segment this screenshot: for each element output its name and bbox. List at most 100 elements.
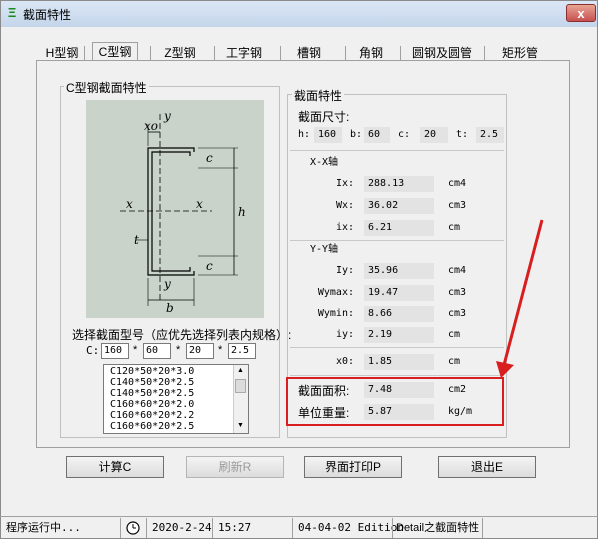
properties-group-title: 截面特性	[292, 87, 345, 104]
select-caption: 选择截面型号（应优先选择列表内规格）:	[72, 328, 292, 342]
section-diagram: y x x y xo c c h t b	[86, 100, 264, 318]
refresh-button[interactable]: 刷新R	[186, 456, 284, 478]
list-item[interactable]: C160*60*20*2.5	[110, 421, 194, 432]
scroll-thumb[interactable]	[235, 379, 246, 393]
separator-star: *	[218, 344, 223, 356]
separator-star: *	[176, 344, 181, 356]
window-title: 截面特性	[23, 8, 72, 22]
dim-t-value: 2.5	[476, 127, 504, 143]
calculate-button[interactable]: 计算C	[66, 456, 164, 478]
divider	[290, 150, 504, 151]
diagram-label-t: t	[134, 233, 139, 247]
wymax-value: 19.47	[364, 285, 434, 301]
statusbar-border	[0, 516, 598, 517]
diagram-label-b: b	[166, 301, 174, 315]
diagram-label-c-top: c	[206, 151, 213, 165]
list-item[interactable]: C160*60*20*2.2	[110, 410, 194, 421]
section-group-title: C型钢截面特性	[64, 79, 149, 96]
dim-c-value: 20	[420, 127, 448, 143]
input-t[interactable]: 2.5	[228, 343, 256, 359]
wymin-value: 8.66	[364, 306, 434, 322]
clock-icon	[124, 520, 142, 536]
arrow-head-icon	[496, 361, 514, 378]
list-item[interactable]: C140*50*20*2.5	[110, 388, 194, 399]
diagram-label-x-right: x	[196, 197, 203, 211]
diagram-label-c-bottom: c	[206, 259, 213, 273]
tab-divider	[400, 46, 401, 60]
tab-divider	[150, 46, 151, 60]
highlight-box	[286, 377, 504, 426]
status-time: 15:27	[218, 521, 252, 534]
separator-star: *	[133, 344, 138, 356]
dim-b-label: b:	[350, 129, 363, 140]
input-c[interactable]: 20	[186, 343, 214, 359]
iy-label: Iy:	[335, 265, 354, 276]
diagram-label-y-top: y	[163, 109, 171, 123]
diagram-label-xo: xo	[144, 119, 158, 133]
close-button[interactable]: x	[566, 4, 596, 22]
tab-divider	[345, 46, 346, 60]
list-scrollbar[interactable]: ▲ ▼	[233, 365, 248, 433]
wx-unit: cm3	[448, 200, 467, 211]
iy-value: 35.96	[364, 263, 434, 279]
rx-unit: cm	[448, 222, 461, 233]
wymin-label: Wymin:	[317, 308, 354, 319]
dim-t-label: t:	[456, 129, 469, 140]
tab-divider	[84, 46, 85, 60]
dim-b-value: 60	[364, 127, 390, 143]
divider	[290, 375, 504, 376]
ry-label: iy:	[335, 329, 354, 340]
diagram-label-y-bottom: y	[163, 277, 171, 291]
xx-axis-title: X-X轴	[310, 157, 339, 168]
divider	[290, 240, 504, 241]
ix-label: Ix:	[335, 178, 354, 189]
status-detail: Detail之截面特性	[396, 522, 480, 534]
wymax-label: Wymax:	[317, 287, 354, 298]
x0-value: 1.85	[364, 354, 434, 370]
c-label: C:	[86, 344, 100, 357]
dim-h-value: 160	[314, 127, 342, 143]
annotation-arrow	[496, 219, 544, 378]
input-b[interactable]: 60	[143, 343, 171, 359]
status-divider	[482, 518, 483, 538]
wx-label: Wx:	[335, 200, 354, 211]
status-divider	[212, 518, 213, 538]
list-item[interactable]: C160*60*20*2.0	[110, 399, 194, 410]
tab-divider	[214, 46, 215, 60]
wymax-unit: cm3	[448, 287, 467, 298]
status-date: 2020-2-24	[152, 521, 212, 534]
status-divider	[292, 518, 293, 538]
diagram-label-x-left: x	[126, 197, 133, 211]
rx-value: 6.21	[364, 220, 434, 236]
status-edition: 04-04-02 Edition	[298, 521, 404, 534]
ix-value: 288.13	[364, 176, 434, 192]
status-divider	[392, 518, 393, 538]
section-list[interactable]: C120*50*20*3.0 C140*50*20*2.5 C140*50*20…	[103, 364, 249, 434]
dims-title: 截面尺寸:	[298, 110, 350, 124]
tab-divider	[280, 46, 281, 60]
wx-value: 36.02	[364, 198, 434, 214]
rx-label: ix:	[335, 222, 354, 233]
exit-button[interactable]: 退出E	[438, 456, 536, 478]
wymin-unit: cm3	[448, 308, 467, 319]
scroll-up-icon[interactable]: ▲	[237, 367, 244, 374]
status-running: 程序运行中...	[6, 521, 81, 534]
ry-value: 2.19	[364, 327, 434, 343]
list-item[interactable]: C140*50*20*2.5	[110, 377, 194, 388]
app-icon: Ξ	[7, 5, 17, 20]
diagram-label-h: h	[238, 205, 246, 219]
tab-divider	[484, 46, 485, 60]
x0-label: x0:	[335, 356, 354, 367]
list-item[interactable]: C120*50*20*3.0	[110, 366, 194, 377]
x0-unit: cm	[448, 356, 461, 367]
title-bar: Ξ 截面特性 x	[1, 1, 597, 27]
yy-axis-title: Y-Y轴	[310, 244, 339, 255]
input-h[interactable]: 160	[101, 343, 129, 359]
ix-unit: cm4	[448, 178, 467, 189]
iy-unit: cm4	[448, 265, 467, 276]
dim-c-label: c:	[398, 129, 411, 140]
arrow-shaft	[502, 219, 544, 366]
print-button[interactable]: 界面打印P	[304, 456, 402, 478]
status-divider	[120, 518, 121, 538]
scroll-down-icon[interactable]: ▼	[237, 422, 244, 429]
